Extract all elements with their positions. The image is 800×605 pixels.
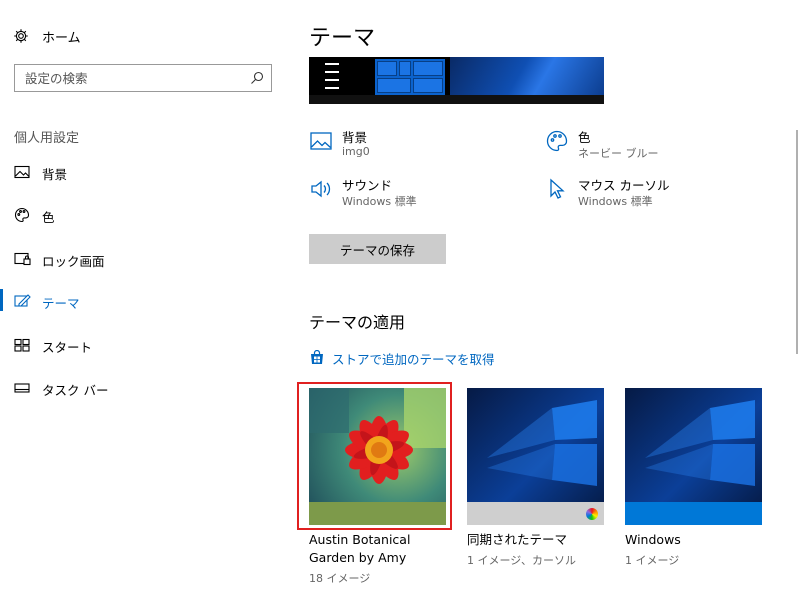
apply-theme-heading: テーマの適用	[309, 313, 406, 332]
picture-icon	[13, 164, 31, 180]
sidebar-item-lock-screen[interactable]: ロック画面	[0, 245, 290, 273]
speaker-icon	[309, 177, 333, 201]
store-icon	[309, 349, 325, 366]
main-content: テーマ 背景 img0 色 ネービー ブルー サウンド Windows 標準 マ…	[290, 0, 800, 605]
theme-meta: 18 イメージ	[309, 572, 371, 585]
sidebar-item-label: テーマ	[42, 296, 80, 311]
save-theme-button[interactable]: テーマの保存	[309, 234, 446, 264]
search-input[interactable]	[15, 65, 243, 91]
palette-icon	[13, 207, 31, 223]
taskbar-preview	[309, 95, 604, 104]
gear-icon	[12, 27, 30, 45]
store-themes-link[interactable]: ストアで追加のテーマを取得	[309, 348, 495, 368]
sidebar-item-theme[interactable]: テーマ	[0, 287, 290, 315]
sidebar-item-start[interactable]: スタート	[0, 331, 290, 359]
search-icon[interactable]	[249, 70, 265, 86]
theme-thumbnail	[467, 388, 604, 525]
tiles-preview	[375, 59, 445, 95]
store-link-label: ストアで追加のテーマを取得	[332, 351, 495, 367]
palette-icon	[545, 129, 569, 153]
color-wheel-icon	[586, 508, 598, 520]
sound-title: サウンド	[342, 178, 393, 193]
theme-name: Windows	[625, 532, 681, 547]
settings-search-box[interactable]	[14, 64, 272, 92]
sidebar-item-background[interactable]: 背景	[0, 158, 290, 186]
theme-name: Austin Botanical Garden by Amy	[309, 532, 411, 565]
taskbar-icon	[13, 380, 31, 396]
color-value: ネービー ブルー	[578, 147, 659, 160]
active-indicator	[0, 289, 3, 311]
theme-thumbnail	[625, 388, 762, 525]
sidebar-item-color[interactable]: 色	[0, 201, 290, 229]
sound-value: Windows 標準	[342, 195, 417, 208]
home-nav-item[interactable]: ホーム	[12, 24, 81, 48]
cursor-value: Windows 標準	[578, 195, 653, 208]
theme-preview	[309, 57, 604, 104]
start-menu-preview	[313, 57, 349, 97]
picture-icon	[309, 129, 333, 153]
cursor-icon	[545, 177, 569, 201]
background-title: 背景	[342, 130, 368, 145]
sound-setting[interactable]: サウンド Windows 標準	[309, 175, 529, 215]
color-title: 色	[578, 130, 591, 145]
lock-screen-icon	[13, 251, 31, 267]
theme-thumbnail	[309, 388, 446, 525]
page-title: テーマ	[309, 26, 376, 51]
sidebar-item-label: スタート	[42, 340, 93, 355]
cursor-title: マウス カーソル	[578, 178, 670, 193]
theme-meta: 1 イメージ	[625, 554, 680, 567]
section-title: 個人用設定	[14, 131, 80, 146]
color-setting[interactable]: 色 ネービー ブルー	[545, 127, 765, 167]
scrollbar[interactable]	[796, 130, 798, 354]
background-value: img0	[342, 145, 370, 158]
theme-icon	[13, 293, 31, 309]
sidebar-item-taskbar[interactable]: タスク バー	[0, 374, 290, 402]
home-label: ホーム	[42, 30, 81, 46]
sidebar-item-label: ロック画面	[42, 254, 105, 269]
sidebar-item-label: 背景	[42, 167, 68, 182]
sidebar: ホーム 個人用設定 背景 色	[0, 0, 290, 605]
sidebar-item-label: タスク バー	[42, 383, 109, 398]
background-setting[interactable]: 背景 img0	[309, 127, 529, 167]
theme-meta: 1 イメージ、カーソル	[467, 554, 576, 567]
mouse-cursor-setting[interactable]: マウス カーソル Windows 標準	[545, 175, 765, 215]
theme-name: 同期されたテーマ	[467, 532, 568, 547]
start-icon	[13, 337, 31, 353]
sidebar-item-label: 色	[42, 210, 55, 225]
desktop-preview	[450, 57, 604, 95]
